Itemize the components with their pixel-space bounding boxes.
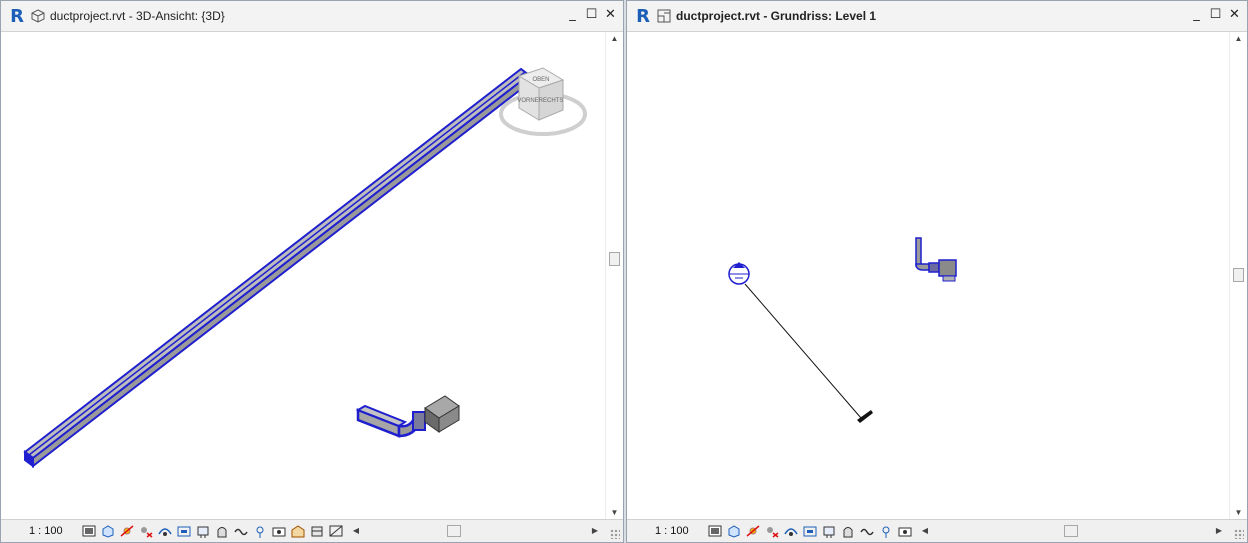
maximize-button[interactable]: ☐ [585,7,598,23]
resize-grip-icon[interactable] [1234,529,1244,539]
visual-style-icon[interactable] [100,524,116,538]
window-title: ductproject.rvt - Grundriss: Level 1 [676,9,877,23]
unlock-3d-icon[interactable] [214,524,230,538]
window-title: ductproject.rvt - 3D-Ansicht: {3D} [50,9,225,23]
scroll-right-arrow-icon[interactable]: ▶ [1213,523,1225,539]
plan-drawing-area[interactable] [627,32,1230,522]
scroll-thumb[interactable] [447,525,461,537]
shadows-icon[interactable] [138,524,154,538]
revit-logo: R [636,5,650,27]
view-cube-right-label[interactable]: RECHTS [539,98,564,104]
view-control-icons [81,524,344,538]
detail-level-icon[interactable] [81,524,97,538]
revit-logo: R [10,5,24,27]
scroll-up-arrow-icon[interactable]: ▲ [606,32,623,46]
view-control-bar: 1 : 100 ◀ ▶ [1,519,623,542]
show-crop-icon[interactable] [195,524,211,538]
maximize-button[interactable]: ☐ [1209,7,1222,23]
scroll-down-arrow-icon[interactable]: ▼ [606,506,623,520]
show-crop-icon[interactable] [802,524,818,538]
view-cube-top-label[interactable]: OBEN [532,77,549,83]
duct-elbow-assembly[interactable] [355,395,460,438]
temporary-hide-icon[interactable] [233,524,249,538]
visual-style-icon[interactable] [726,524,742,538]
vertical-scrollbar[interactable]: ▲ ▼ [1229,32,1247,520]
design-options-icon[interactable] [271,524,287,538]
elevation-marker[interactable] [728,262,750,285]
sun-path-icon[interactable] [745,524,761,538]
analytical-model-icon[interactable] [878,524,894,538]
scroll-down-arrow-icon[interactable]: ▼ [1230,506,1247,520]
highlight-displacement-icon[interactable] [309,524,325,538]
crop-view-icon[interactable] [176,524,192,538]
scroll-left-arrow-icon[interactable]: ◀ [919,523,931,539]
sun-path-icon[interactable] [119,524,135,538]
analytical-model-icon[interactable] [290,524,306,538]
render-icon[interactable] [157,524,173,538]
scroll-right-arrow-icon[interactable]: ▶ [589,523,601,539]
3d-view-icon [31,9,45,23]
view-scale[interactable]: 1 : 100 [655,525,707,537]
scroll-thumb[interactable] [609,252,620,266]
view-window-3d[interactable]: R ductproject.rvt - 3D-Ansicht: {3D} _ ☐… [0,0,624,543]
view-control-icons [707,524,913,538]
reveal-constraints-icon[interactable] [897,524,913,538]
design-options-icon[interactable] [859,524,875,538]
detail-level-icon[interactable] [707,524,723,538]
minimize-button[interactable]: _ [1190,7,1203,23]
horizontal-scrollbar[interactable]: ◀ ▶ [919,523,1225,539]
view-scale[interactable]: 1 : 100 [29,525,81,537]
temporary-hide-icon[interactable] [821,524,837,538]
floor-plan-view-icon [657,9,671,23]
shadows-icon[interactable] [764,524,780,538]
resize-grip-icon[interactable] [610,529,620,539]
reveal-hidden-icon[interactable] [840,524,856,538]
scroll-thumb[interactable] [1233,268,1244,282]
scroll-thumb[interactable] [1064,525,1078,537]
close-button[interactable]: ✕ [604,7,617,23]
reveal-constraints-icon[interactable] [328,524,344,538]
scroll-left-arrow-icon[interactable]: ◀ [350,523,362,539]
reveal-hidden-icon[interactable] [252,524,268,538]
window-titlebar[interactable]: R ductproject.rvt - 3D-Ansicht: {3D} _ ☐… [1,1,623,32]
section-line[interactable] [744,283,862,419]
3d-drawing-area[interactable]: OBEN VORNE RECHTS [1,32,606,522]
window-titlebar[interactable]: R ductproject.rvt - Grundriss: Level 1 _… [627,1,1247,32]
minimize-button[interactable]: _ [566,7,579,23]
horizontal-scrollbar[interactable]: ◀ ▶ [350,523,601,539]
scroll-up-arrow-icon[interactable]: ▲ [1230,32,1247,46]
crop-view-icon[interactable] [783,524,799,538]
vertical-scrollbar[interactable]: ▲ ▼ [605,32,623,520]
duct-plan-assembly[interactable] [915,237,957,282]
close-button[interactable]: ✕ [1228,7,1241,23]
view-control-bar: 1 : 100 ◀ ▶ [627,519,1247,542]
view-cube-front-label[interactable]: VORNE [517,98,538,104]
view-window-plan[interactable]: R ductproject.rvt - Grundriss: Level 1 _… [626,0,1248,543]
